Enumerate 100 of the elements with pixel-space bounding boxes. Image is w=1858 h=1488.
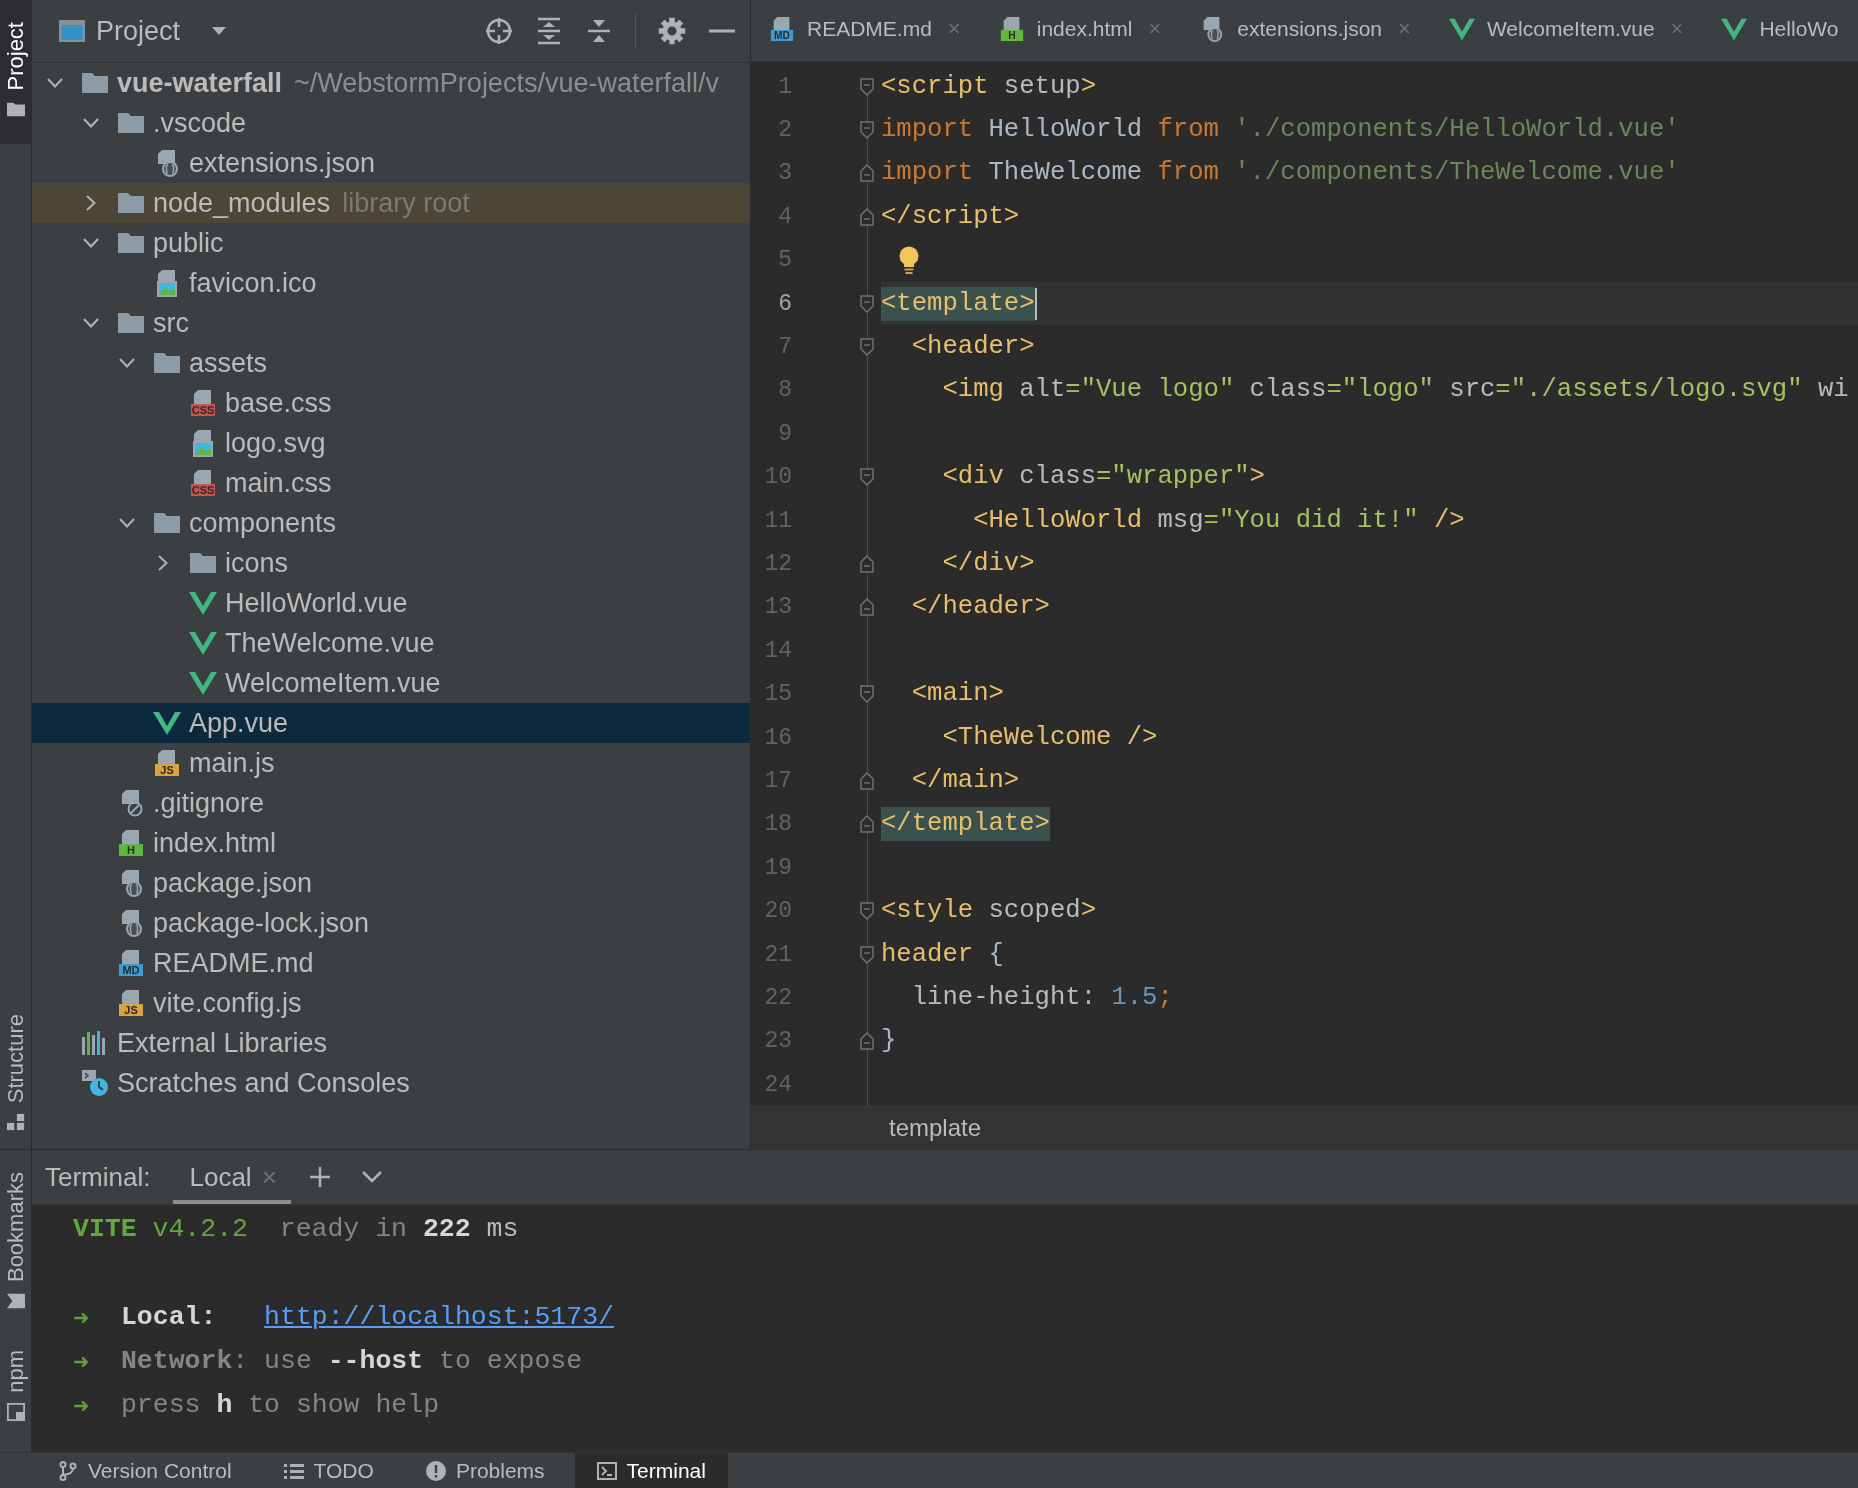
code-line: <header> xyxy=(911,331,1035,364)
tree-item[interactable]: package-lock.json xyxy=(32,903,750,943)
editor-tab[interactable]: MD README.md × xyxy=(751,0,981,61)
code-line: import TheWelcome from './components/TheWelcome.vue' xyxy=(881,157,1680,190)
tool-window-tab[interactable]: Version Control xyxy=(36,1453,254,1488)
tree-item[interactable]: TheWelcome.vue xyxy=(32,623,750,663)
editor-tab[interactable]: WelcomeItem.vue × xyxy=(1430,0,1704,61)
editor-tab[interactable]: extensions.json × xyxy=(1181,0,1431,61)
expand-all-icon[interactable] xyxy=(535,17,563,45)
line-number: 4 xyxy=(777,203,792,230)
tree-item[interactable]: CSS main.css xyxy=(32,463,750,503)
code-line: line-height: 1.5; xyxy=(911,981,1173,1014)
branch-icon xyxy=(58,1460,78,1481)
vue-file-icon xyxy=(189,589,217,617)
tree-item[interactable]: favicon.ico xyxy=(32,263,750,303)
structure-icon xyxy=(6,1113,25,1131)
tree-item[interactable]: App.vue xyxy=(32,703,750,743)
collapse-all-icon[interactable] xyxy=(585,17,613,45)
code-line: <HelloWorld msg="You did it!" /> xyxy=(973,504,1465,537)
tree-item[interactable]: JS vite.config.js xyxy=(32,983,750,1023)
tool-window-button[interactable]: Bookmarks xyxy=(0,1150,31,1329)
tree-item[interactable]: assets xyxy=(32,343,750,383)
tree-item[interactable]: H index.html xyxy=(32,823,750,863)
code-line: <img alt="Vue logo" class="logo" src="./assets/logo.svg" wi xyxy=(942,374,1849,407)
line-number: 18 xyxy=(763,811,792,838)
fold-start-icon[interactable] xyxy=(860,685,874,704)
tree-item[interactable]: node_modules library root xyxy=(32,183,750,223)
line-number: 10 xyxy=(763,464,792,491)
fold-start-icon[interactable] xyxy=(860,294,874,313)
editor-tab[interactable]: H index.html × xyxy=(980,0,1182,61)
line-number: 20 xyxy=(763,898,792,925)
tree-item[interactable]: .gitignore xyxy=(32,783,750,823)
lightbulb-icon[interactable] xyxy=(898,246,920,275)
tree-item[interactable]: icons xyxy=(32,543,750,583)
code-line: } xyxy=(881,1025,897,1058)
line-number: 14 xyxy=(763,637,792,664)
terminal-output: press h to show help xyxy=(120,1390,440,1420)
settings-icon[interactable] xyxy=(658,17,686,45)
tool-window-tab[interactable]: TODO xyxy=(261,1453,396,1488)
fold-end-icon[interactable] xyxy=(860,164,874,183)
terminal-output: Network: use --host to expose xyxy=(120,1346,583,1376)
line-number: 19 xyxy=(763,854,792,881)
fold-end-icon[interactable] xyxy=(860,598,874,617)
fold-start-icon[interactable] xyxy=(860,902,874,921)
fold-end-icon[interactable] xyxy=(860,555,874,573)
view-selector[interactable]: Project xyxy=(96,15,227,47)
tool-window-button[interactable]: Structure xyxy=(0,991,31,1149)
line-number: 24 xyxy=(763,1071,792,1098)
tree-item[interactable]: HelloWorld.vue xyxy=(32,583,750,623)
tree-item[interactable]: CSS base.css xyxy=(32,383,750,423)
text-cursor xyxy=(1034,287,1037,320)
fold-start-icon[interactable] xyxy=(860,121,874,140)
code-line: <div class="wrapper"> xyxy=(942,461,1265,494)
chevron-down-icon[interactable] xyxy=(361,1171,382,1183)
project-path: ~/WebstormProjects/vue-waterfall/v xyxy=(294,67,719,99)
tree-item[interactable]: components xyxy=(32,503,750,543)
library-root-note: library root xyxy=(342,187,470,219)
fold-start-icon[interactable] xyxy=(860,338,874,357)
tree-item[interactable]: External Libraries xyxy=(32,1023,750,1063)
scratch-clock-icon xyxy=(81,1069,109,1097)
fold-end-icon[interactable] xyxy=(860,815,874,834)
tree-item[interactable]: MD README.md xyxy=(32,943,750,983)
terminal-output: VITE v4.2.2 ready in 222 ms xyxy=(73,1214,519,1244)
bookmark-icon xyxy=(6,1292,25,1311)
vue-file-icon xyxy=(189,629,217,657)
line-number: 12 xyxy=(763,551,792,577)
fold-start-icon[interactable] xyxy=(860,468,874,487)
locate-icon[interactable] xyxy=(485,17,513,45)
line-number: 7 xyxy=(777,334,792,361)
dropdown-caret-icon xyxy=(212,27,227,35)
fold-end-icon[interactable] xyxy=(860,1032,874,1051)
tree-item[interactable]: package.json xyxy=(32,863,750,903)
tree-item[interactable]: vue-waterfall ~/WebstormProjects/vue-waterfall/v xyxy=(32,63,750,103)
tool-window-tab[interactable]: Problems xyxy=(403,1453,567,1488)
project-window-icon xyxy=(59,20,85,42)
code-line: <TheWelcome /> xyxy=(942,721,1158,754)
editor-tab[interactable]: HelloWo xyxy=(1703,0,1858,61)
tree-item[interactable]: src xyxy=(32,303,750,343)
fold-start-icon[interactable] xyxy=(860,77,874,96)
code-line: <style scoped> xyxy=(881,895,1097,928)
tree-item[interactable]: extensions.json xyxy=(32,143,750,183)
tool-window-button[interactable]: Project xyxy=(0,0,31,145)
tool-window-button[interactable]: npm xyxy=(0,1328,31,1439)
fold-start-icon[interactable] xyxy=(860,945,874,964)
tree-item[interactable]: WelcomeItem.vue xyxy=(32,663,750,703)
folder-icon xyxy=(6,100,25,119)
code-line: header { xyxy=(881,938,1004,971)
tree-item[interactable]: logo.svg xyxy=(32,423,750,463)
plus-icon[interactable] xyxy=(309,1167,330,1187)
tree-item[interactable]: JS main.js xyxy=(32,743,750,783)
fold-end-icon[interactable] xyxy=(860,207,874,226)
line-number: 5 xyxy=(777,247,792,274)
fold-end-icon[interactable] xyxy=(860,771,874,790)
tree-item[interactable]: .vscode xyxy=(32,103,750,143)
breadcrumb[interactable]: template xyxy=(889,1114,982,1142)
url-link[interactable]: http://localhost:5173/ xyxy=(264,1302,614,1332)
tree-item[interactable]: Scratches and Consoles xyxy=(32,1063,750,1103)
tree-item[interactable]: public xyxy=(32,223,750,263)
tool-window-tab[interactable]: Terminal xyxy=(574,1453,728,1488)
square-icon xyxy=(6,1402,25,1421)
